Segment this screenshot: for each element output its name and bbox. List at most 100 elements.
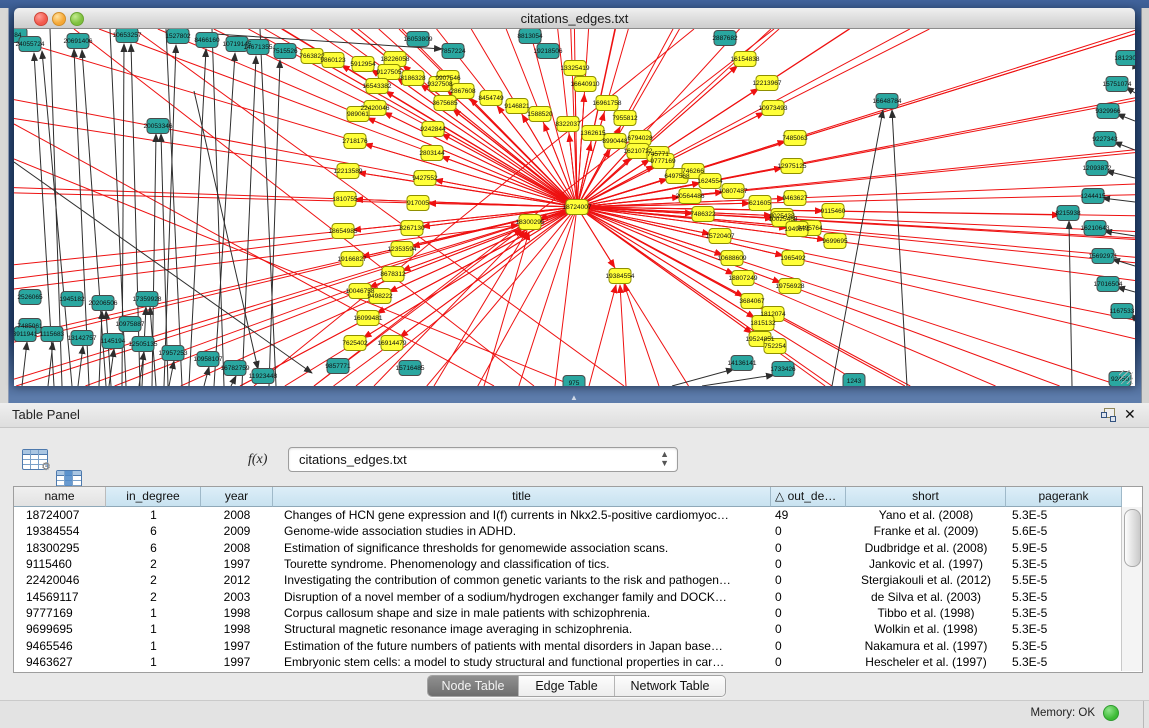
svg-text:9115460: 9115460 [821,208,846,215]
column-header-short[interactable]: short [846,487,1006,507]
svg-text:2803144: 2803144 [419,150,445,157]
table-cell: Wolkin et al. (1998) [846,621,1006,637]
memory-status-indicator-icon [1103,705,1119,721]
table-row[interactable]: 969969511998Structural magnetic resonanc… [14,621,1121,637]
svg-text:9463627: 9463627 [782,195,808,202]
svg-text:7857224: 7857224 [440,48,466,55]
svg-text:20564486: 20564486 [676,193,705,200]
table-cell: 0 [771,589,850,605]
table-cell: 2008 [201,507,273,523]
citation-network-graph[interactable]: 1842405572420691406106532571527802846616… [14,29,1135,386]
svg-text:8215938: 8215938 [1055,210,1081,217]
table-cell: 9463627 [14,654,118,670]
table-cell: Investigating the contribution of common… [273,572,782,588]
float-panel-icon[interactable] [1101,408,1115,421]
table-cell: 0 [771,621,850,637]
svg-text:15720407: 15720407 [706,233,735,240]
table-select-dropdown[interactable]: citations_edges.txt ▲▼ [288,447,678,472]
table-row[interactable]: 1456911722003Disruption of a novel membe… [14,589,1121,605]
table-header-row: namein_degreeyeartitle△ out_de…shortpage… [14,487,1121,507]
svg-text:9427552: 9427552 [412,175,438,182]
table-row[interactable]: 946554611997Estimation of the future num… [14,638,1121,654]
table-row[interactable]: 911546021997Tourette syndrome. Phenomeno… [14,556,1121,572]
function-builder-button[interactable]: f(x) [248,452,267,468]
svg-text:16099481: 16099481 [354,315,383,322]
svg-text:746266: 746266 [682,168,704,175]
table-settings-icon[interactable]: ⚙ [22,449,48,470]
table-body: 1872400712008Changes of HCN gene express… [14,507,1121,671]
svg-text:20053346: 20053346 [144,123,173,130]
table-row[interactable]: 977716911998Corpus callosum shape and si… [14,605,1121,621]
table-cell: 2003 [201,589,273,605]
svg-text:18724007: 18724007 [563,204,592,211]
svg-text:16543382: 16543382 [363,83,392,90]
table-cell: 14569117 [14,589,118,605]
table-toolbar: ⚙ ✔ ✔ ✕ f(x) citations_edges.txt ▲▼ [0,427,1149,483]
tab-node-table[interactable]: Node Table [428,676,519,696]
table-cell: Jankovic et al. (1997) [846,556,1006,572]
table-select-value: citations_edges.txt [299,452,407,467]
network-desktop-background: citations_edges.txt 18424055724206914061… [0,0,1149,403]
table-cell: 2 [106,556,201,572]
table-cell: 18724007 [14,507,118,523]
splitter-handle-icon[interactable]: ▲ [570,394,578,402]
table-type-segmented-control: Node TableEdge TableNetwork Table [427,675,726,697]
svg-text:18807249: 18807249 [729,275,758,282]
table-row[interactable]: 1872400712008Changes of HCN gene express… [14,507,1121,523]
table-row[interactable]: 946362711997Embryonic stem cells: a mode… [14,654,1121,670]
svg-text:11923448: 11923448 [249,373,278,380]
svg-text:16961758: 16961758 [593,100,622,107]
table-cell: de Silva et al. (2003) [846,589,1006,605]
tab-edge-table[interactable]: Edge Table [519,676,615,696]
table-cell: Yano et al. (2008) [846,507,1006,523]
svg-text:12975125: 12975125 [778,163,807,170]
svg-text:2867608: 2867608 [450,88,476,95]
svg-text:8466160: 8466160 [194,37,220,44]
column-header-pagerank[interactable]: pagerank [1006,487,1122,507]
table-panel-title: Table Panel [12,407,80,422]
network-canvas[interactable]: 1842405572420691406106532571527802846616… [14,29,1135,386]
table-cell: 5.3E-5 [1006,638,1121,654]
svg-text:9860123: 9860123 [320,57,346,64]
table-row[interactable]: 2242004622012Investigating the contribut… [14,572,1121,588]
table-cell: Genome-wide association studies in ADHD. [273,523,782,539]
column-header-title[interactable]: title [273,487,771,507]
svg-text:989061: 989061 [347,111,369,118]
svg-text:19166827: 19166827 [338,256,367,263]
table-cell: 1997 [201,654,273,670]
column-header-out_de[interactable]: △ out_de… [771,487,846,507]
table-cell: 0 [771,654,850,670]
tab-network-table[interactable]: Network Table [615,676,725,696]
svg-text:10688609: 10688609 [718,255,747,262]
vertical-scrollbar[interactable] [1121,507,1142,671]
left-panel-edge [0,8,9,403]
close-panel-icon[interactable]: ✕ [1124,406,1136,423]
svg-text:10975887: 10975887 [116,321,145,328]
table-cell: 1 [106,638,201,654]
svg-text:1115683: 1115683 [40,331,65,338]
memory-status-label: Memory: OK [1030,707,1095,719]
resize-grip-icon[interactable] [1119,370,1133,384]
svg-text:8990448: 8990448 [602,138,628,145]
table-cell: Franke et al. (2009) [846,523,1006,539]
scrollbar-thumb[interactable] [1124,509,1141,567]
svg-text:8322037: 8322037 [555,121,581,128]
table-cell: 0 [771,540,850,556]
table-row[interactable]: 1830029562008Estimation of significance … [14,540,1121,556]
svg-text:184: 184 [14,32,22,39]
table-cell: 49 [771,507,850,523]
table-row[interactable]: 1938455462009Genome-wide association stu… [14,523,1121,539]
table-cell: Embryonic stem cells: a model to study s… [273,654,782,670]
svg-text:1965492: 1965492 [780,255,806,262]
table-cell: Structural magnetic resonance image aver… [273,621,782,637]
column-header-name[interactable]: name [14,487,106,507]
table-cell: Disruption of a novel member of a sodium… [273,589,782,605]
column-header-year[interactable]: year [201,487,273,507]
network-window-titlebar[interactable]: citations_edges.txt [14,8,1135,29]
column-header-in_degree[interactable]: in_degree [106,487,201,507]
svg-text:12505135: 12505135 [129,341,158,348]
network-window: citations_edges.txt 18424055724206914061… [14,8,1135,385]
gear-icon: ⚙ [41,460,51,473]
table-cell: 1997 [201,638,273,654]
svg-text:2526065: 2526065 [17,294,43,301]
